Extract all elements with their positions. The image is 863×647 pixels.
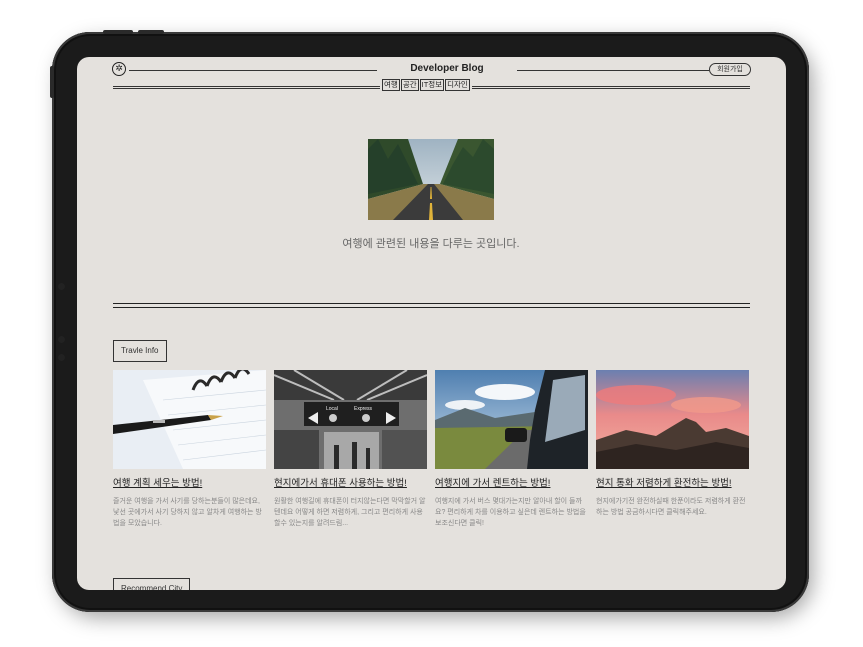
card-image-subway[interactable]: Local Express: [274, 370, 427, 469]
volume-button: [138, 30, 164, 34]
card-travel-plan[interactable]: 여행 계획 세우는 방법! 즐거운 여행을 가서 사기를 당하는분들이 많은데요…: [113, 370, 266, 529]
card-description: 즐거운 여행을 가서 사기를 당하는분들이 많은데요, 낯선 곳에가서 사기 당…: [113, 498, 262, 527]
card-description: 여행지에 가서 버스 몇대가는지만 알아내 할이 들까요? 편리하게 차를 이용…: [435, 498, 586, 527]
section-divider: [113, 303, 750, 304]
svg-text:Local: Local: [326, 406, 338, 412]
card-image-car[interactable]: [435, 370, 588, 469]
card-phone-usage[interactable]: Local Express 현지에가서 휴대폰 사용하는 방법! 원활한 여행길…: [274, 370, 427, 529]
card-title[interactable]: 여행 계획 세우는 방법!: [113, 475, 266, 489]
power-button: [50, 66, 54, 98]
hero-description: 여행에 관련된 내용을 다루는 곳입니다.: [342, 238, 520, 250]
card-currency-exchange[interactable]: 현지 통화 저렴하게 환전하는 방법! 현지에가기전 완전하실때 한푼이라도 저…: [596, 370, 749, 529]
nav-item-design[interactable]: 디자인: [445, 79, 470, 91]
camera-dot: [58, 336, 65, 343]
nav-item-it[interactable]: IT정보: [419, 79, 445, 91]
page-title[interactable]: Developer Blog: [377, 63, 517, 74]
svg-text:Express: Express: [354, 406, 373, 412]
card-image-notebook[interactable]: [113, 370, 266, 469]
camera-dot: [58, 283, 65, 290]
card-title[interactable]: 현지에가서 휴대폰 사용하는 방법!: [274, 475, 427, 489]
recommend-city-tag[interactable]: Recommend City: [113, 578, 191, 590]
hero-road-image: [368, 139, 494, 220]
volume-button: [103, 30, 133, 34]
camera-dot: [58, 354, 65, 361]
nav-menu: 여행 공간 IT정보 디자인: [380, 79, 472, 91]
card-description: 현지에가기전 완전하실때 한푼이라도 저렴하게 환전하는 방법 공금하시다면 클…: [596, 498, 746, 516]
card-image-mountain-sunset[interactable]: [596, 370, 749, 469]
card-title[interactable]: 여행지에 가서 렌트하는 방법!: [435, 475, 588, 489]
logo-icon[interactable]: ✲: [112, 62, 126, 76]
card-description: 원활한 여행길에 휴대폰이 터지않는다면 막막할거 알텐데요 어떻게 하면 저렴…: [274, 498, 426, 527]
card-title[interactable]: 현지 통화 저렴하게 환전하는 방법!: [596, 475, 749, 489]
browser-screen: ✲ Developer Blog 회원가입 여행 공간 IT정보 디자인 여행에…: [77, 57, 786, 590]
section-divider: [113, 307, 750, 308]
card-car-rental[interactable]: 여행지에 가서 렌트하는 방법! 여행지에 가서 버스 몇대가는지만 알아내 할…: [435, 370, 588, 529]
nav-item-space[interactable]: 공간: [400, 79, 419, 91]
signup-button[interactable]: 회원가입: [709, 63, 751, 76]
nav-item-travel[interactable]: 여행: [382, 79, 400, 91]
travel-info-tag[interactable]: Travle Info: [113, 340, 167, 362]
